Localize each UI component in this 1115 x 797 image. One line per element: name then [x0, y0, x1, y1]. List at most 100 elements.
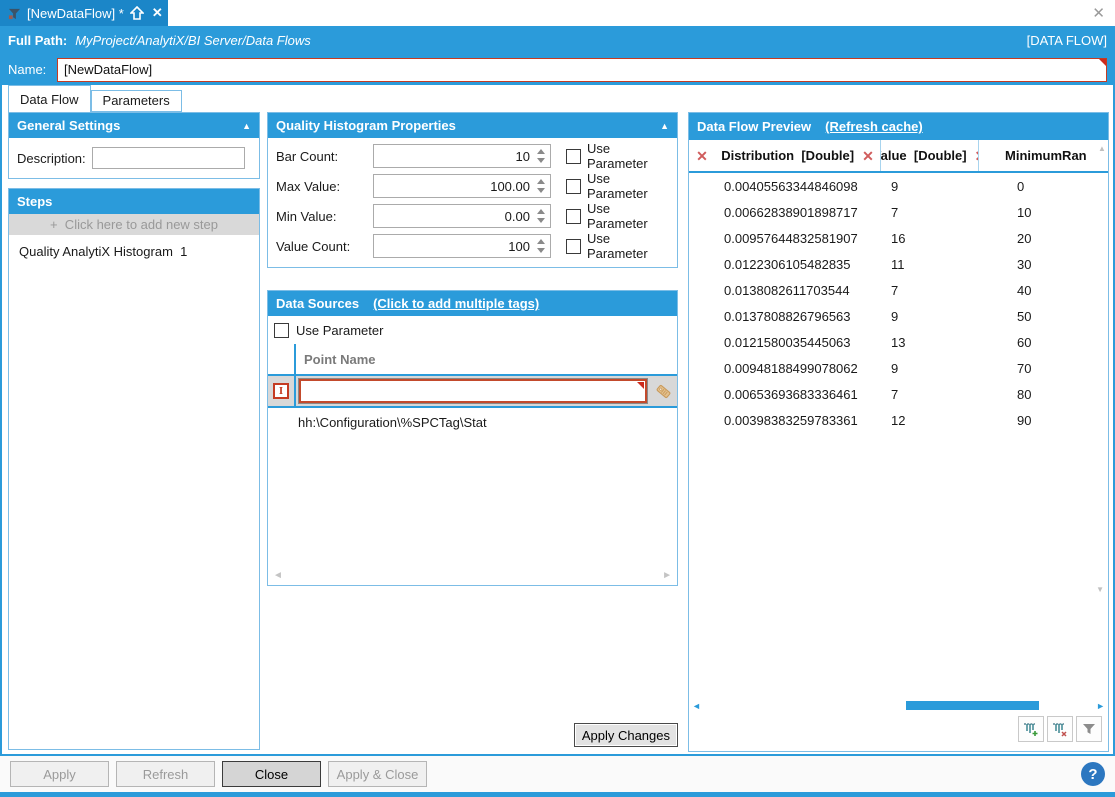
- cell-distribution: 0.0137808826796563: [715, 309, 881, 324]
- table-row[interactable]: 0.0137808826796563950: [689, 303, 1108, 329]
- scroll-right-icon[interactable]: ►: [662, 570, 672, 581]
- use-parameter-checkbox[interactable]: [566, 149, 581, 164]
- min-value-label: Min Value:: [276, 209, 373, 224]
- spinner-arrows[interactable]: [533, 235, 550, 257]
- full-path-label: Full Path:: [8, 33, 67, 48]
- point-name-column-header[interactable]: Point Name: [294, 344, 677, 374]
- name-field-wrap: [57, 58, 1107, 82]
- histogram-properties-header: Quality Histogram Properties ▲: [268, 113, 677, 138]
- add-multiple-tags-link[interactable]: (Click to add multiple tags): [373, 296, 539, 311]
- max-value-label: Max Value:: [276, 179, 373, 194]
- apply-changes-button[interactable]: Apply Changes: [574, 723, 678, 747]
- cell-value: 12: [881, 413, 979, 428]
- scroll-left-icon[interactable]: ◄: [692, 701, 701, 711]
- max-value-stepper[interactable]: 100.00: [373, 174, 551, 198]
- spin-up-icon[interactable]: [537, 149, 545, 154]
- spinner-arrows[interactable]: [533, 205, 550, 227]
- name-input[interactable]: [57, 58, 1107, 82]
- apply-and-close-button[interactable]: Apply & Close: [328, 761, 427, 787]
- scrollbar-track[interactable]: [703, 701, 1094, 710]
- filter-button[interactable]: [1076, 716, 1102, 742]
- spin-down-icon[interactable]: [537, 248, 545, 253]
- table-row[interactable]: 0.0138082611703544740: [689, 277, 1108, 303]
- table-row[interactable]: 0.00653693683336461780: [689, 381, 1108, 407]
- general-settings-panel: General Settings ▲ Description:: [8, 112, 260, 179]
- window-border-left: [0, 26, 2, 797]
- add-step-button[interactable]: + Click here to add new step: [9, 214, 259, 235]
- close-button[interactable]: Close: [222, 761, 321, 787]
- table-row[interactable]: 0.0040556334484609890: [689, 173, 1108, 199]
- data-flow-preview-panel: Data Flow Preview (Refresh cache) ✕ Dist…: [688, 112, 1109, 752]
- bar-count-label: Bar Count:: [276, 149, 373, 164]
- spin-down-icon[interactable]: [537, 218, 545, 223]
- column-header-minimumrange[interactable]: MinimumRan: [979, 140, 1096, 171]
- cell-value: 7: [881, 387, 979, 402]
- grid-filter-buttons: [689, 713, 1108, 751]
- scroll-left-icon[interactable]: ◄: [273, 570, 283, 581]
- min-value-stepper[interactable]: 0.00: [373, 204, 551, 228]
- spin-up-icon[interactable]: [537, 239, 545, 244]
- spinner-arrows[interactable]: [533, 175, 550, 197]
- document-tab-title: [NewDataFlow] *: [27, 6, 124, 21]
- spin-up-icon[interactable]: [537, 209, 545, 214]
- apply-button[interactable]: Apply: [10, 761, 109, 787]
- column-header-distribution[interactable]: Distribution [Double] ✕: [715, 140, 881, 171]
- spin-down-icon[interactable]: [537, 188, 545, 193]
- table-row[interactable]: 0.00948188499078062970: [689, 355, 1108, 381]
- bar-count-stepper[interactable]: 10: [373, 144, 551, 168]
- refresh-button[interactable]: Refresh: [116, 761, 215, 787]
- refresh-cache-link[interactable]: (Refresh cache): [825, 119, 923, 134]
- cell-minimumrange: 0: [979, 179, 1108, 194]
- cell-distribution: 0.00957644832581907: [715, 231, 881, 246]
- point-name-input[interactable]: [299, 379, 647, 403]
- navigate-up-icon[interactable]: [130, 6, 144, 20]
- delete-column-icon[interactable]: ✕: [862, 149, 874, 163]
- clear-filter-row-button[interactable]: [1047, 716, 1073, 742]
- use-parameter-checkbox[interactable]: [566, 209, 581, 224]
- vertical-scrollbar[interactable]: ▲: [1096, 140, 1108, 171]
- general-settings-body: Description:: [9, 138, 259, 178]
- add-filter-row-button[interactable]: [1018, 716, 1044, 742]
- horizontal-scrollbar[interactable]: ◄ ►: [689, 698, 1108, 713]
- collapse-up-icon[interactable]: ▲: [660, 121, 669, 131]
- cell-minimumrange: 30: [979, 257, 1108, 272]
- grid-edit-row: I: [268, 374, 677, 408]
- cell-distribution: 0.00405563344846098: [715, 179, 881, 194]
- spinner-arrows[interactable]: [533, 145, 550, 167]
- scrollbar-thumb[interactable]: [906, 701, 1039, 710]
- value-count-value: 100: [374, 239, 533, 254]
- use-parameter-checkbox[interactable]: [274, 323, 289, 338]
- tab-close-icon[interactable]: ✕: [152, 5, 163, 21]
- tab-parameters[interactable]: Parameters: [91, 90, 182, 112]
- tag-browse-icon[interactable]: [653, 380, 673, 402]
- spin-down-icon[interactable]: [537, 158, 545, 163]
- column-header-value[interactable]: Value [Double]✕: [881, 140, 979, 171]
- scroll-down-icon[interactable]: ▼: [1096, 585, 1104, 594]
- step-item[interactable]: Quality AnalytiX Histogram 1: [9, 235, 259, 268]
- point-name-row[interactable]: hh:\Configuration\%SPCTag\Stat: [268, 408, 677, 430]
- tab-data-flow[interactable]: Data Flow: [8, 85, 91, 112]
- window-close-icon[interactable]: ✕: [1092, 4, 1105, 22]
- use-parameter-checkbox[interactable]: [566, 179, 581, 194]
- table-row[interactable]: 0.003983832597833611290: [689, 407, 1108, 433]
- histogram-properties-panel: Quality Histogram Properties ▲ Bar Count…: [267, 112, 678, 268]
- table-row[interactable]: 0.009576448325819071620: [689, 225, 1108, 251]
- collapse-up-icon[interactable]: ▲: [242, 121, 251, 131]
- use-parameter-checkbox[interactable]: [566, 239, 581, 254]
- table-row[interactable]: 0.01223061054828351130: [689, 251, 1108, 277]
- delete-icon[interactable]: ✕: [696, 149, 708, 163]
- spin-up-icon[interactable]: [537, 179, 545, 184]
- document-tab[interactable]: [NewDataFlow] * ✕: [0, 0, 168, 26]
- column-label: Distribution [Double]: [721, 148, 854, 163]
- value-count-stepper[interactable]: 100: [373, 234, 551, 258]
- min-value-value: 0.00: [374, 209, 533, 224]
- table-row[interactable]: 0.01215800354450631360: [689, 329, 1108, 355]
- help-icon[interactable]: ?: [1081, 762, 1105, 786]
- field-row-max-value: Max Value: 100.00 Use Parameter: [276, 174, 669, 198]
- name-label: Name:: [8, 62, 57, 77]
- table-row[interactable]: 0.00662838901898717710: [689, 199, 1108, 225]
- cell-value: 9: [881, 179, 979, 194]
- cell-minimumrange: 10: [979, 205, 1108, 220]
- scroll-right-icon[interactable]: ►: [1096, 701, 1105, 711]
- description-input[interactable]: [92, 147, 245, 169]
